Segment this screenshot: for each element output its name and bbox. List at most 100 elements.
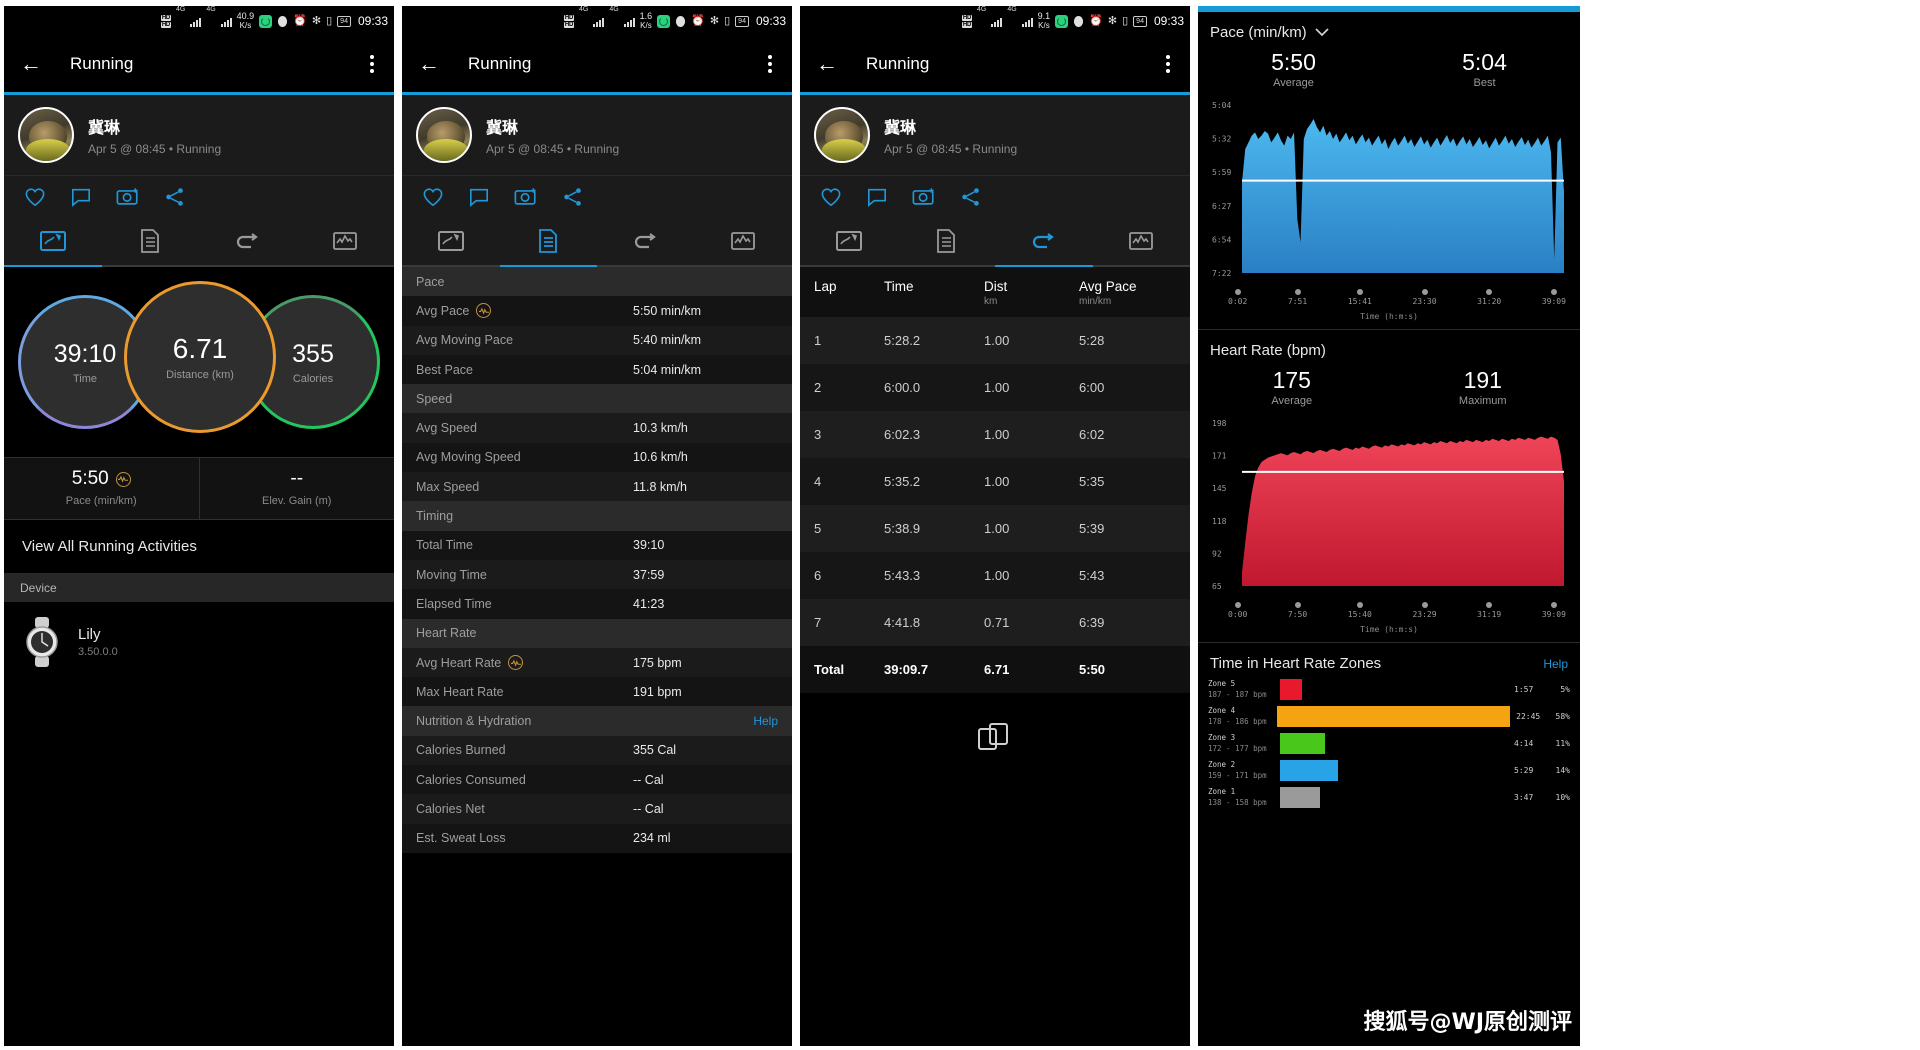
table-cell: 6 bbox=[814, 568, 822, 583]
view-all-activities-link[interactable]: View All Running Activities bbox=[4, 520, 394, 574]
table-cell: 2 bbox=[814, 380, 822, 395]
tab-details[interactable] bbox=[898, 217, 996, 265]
svg-text:198: 198 bbox=[1212, 419, 1227, 428]
laps-loop-icon bbox=[634, 233, 656, 249]
stats-section-header: Speed bbox=[402, 384, 792, 414]
stats-row-label: Calories Burned bbox=[416, 743, 506, 758]
app-bar: ← Running bbox=[402, 36, 792, 92]
stats-row-value: 11.8 km/h bbox=[633, 479, 687, 494]
table-row[interactable]: 5 5:38.9 1.00 5:39 bbox=[800, 505, 1190, 552]
tab-charts[interactable] bbox=[1093, 217, 1191, 265]
back-arrow-icon[interactable]: ← bbox=[418, 51, 452, 77]
tab-indicator bbox=[499, 265, 597, 267]
pace-plot: 5:04 5:32 5:59 6:27 6:54 7:22 bbox=[1208, 97, 1570, 287]
tick-label: 23:29 bbox=[1412, 610, 1437, 619]
share-icon[interactable] bbox=[164, 187, 186, 207]
chevron-down-icon[interactable] bbox=[1315, 28, 1329, 37]
overflow-menu-icon[interactable] bbox=[1162, 51, 1174, 77]
tab-summary[interactable] bbox=[800, 217, 898, 265]
tab-summary[interactable] bbox=[402, 217, 500, 265]
section-label: Nutrition & Hydration bbox=[416, 714, 532, 729]
table-row[interactable]: 4 5:35.2 1.00 5:35 bbox=[800, 458, 1190, 505]
avatar[interactable] bbox=[416, 107, 472, 163]
zone-percent: 11% bbox=[1555, 739, 1570, 748]
avatar[interactable] bbox=[18, 107, 74, 163]
table-cell: 3 bbox=[814, 427, 822, 442]
heart-icon[interactable] bbox=[820, 187, 842, 207]
signal-bars-2 bbox=[623, 16, 635, 27]
bluetooth-icon: ✻ bbox=[1107, 14, 1118, 27]
overflow-menu-icon[interactable] bbox=[366, 51, 378, 77]
hr-zones-help-link[interactable]: Help bbox=[1543, 657, 1568, 671]
zone-range: 178 - 186 bpm bbox=[1208, 716, 1267, 726]
share-icon[interactable] bbox=[960, 187, 982, 207]
tab-details[interactable] bbox=[500, 217, 598, 265]
hr-zone-label: Zone 3 172 - 177 bpm bbox=[1208, 733, 1274, 753]
pace-best-stat: 5:04 Best bbox=[1462, 49, 1507, 89]
tab-charts[interactable] bbox=[695, 217, 793, 265]
pace-x-axis: 0:02 7:51 15:41 23:30 31:20 39:09 bbox=[1198, 287, 1580, 306]
stats-row: Avg Pace 5:50 min/km bbox=[402, 296, 792, 326]
table-row[interactable]: 1 5:28.2 1.00 5:28 bbox=[800, 317, 1190, 364]
stats-row: Total Time 39:10 bbox=[402, 530, 792, 560]
profile-subtitle: Apr 5 @ 08:45 • Running bbox=[88, 142, 222, 156]
tick-dot bbox=[1356, 602, 1363, 608]
stats-row-value: 41:23 bbox=[633, 596, 665, 611]
pace-label: Pace (min/km) bbox=[65, 495, 137, 507]
device-section-header: Device bbox=[4, 574, 394, 602]
tab-charts[interactable] bbox=[297, 217, 395, 265]
comment-icon[interactable] bbox=[70, 187, 92, 207]
overflow-menu-icon[interactable] bbox=[764, 51, 776, 77]
tab-details[interactable] bbox=[102, 217, 200, 265]
avatar[interactable] bbox=[814, 107, 870, 163]
table-cell: 4:41.8 bbox=[884, 615, 921, 630]
section-help-link[interactable]: Help bbox=[753, 714, 778, 728]
tab-summary[interactable] bbox=[4, 217, 102, 265]
zone-name: Zone 2 bbox=[1208, 760, 1236, 770]
zone-percent: 10% bbox=[1555, 793, 1570, 802]
device-row[interactable]: Lily 3.50.0.0 bbox=[4, 602, 394, 682]
comment-icon[interactable] bbox=[468, 187, 490, 207]
signal-bars-1 bbox=[991, 16, 1003, 27]
vibrate-icon: ▯ bbox=[326, 14, 333, 27]
tab-laps[interactable] bbox=[995, 217, 1093, 265]
hr-zone-row: Zone 1 138 - 158 bpm 3:47 10% bbox=[1198, 784, 1580, 811]
tick-dot bbox=[1234, 289, 1241, 295]
share-icon[interactable] bbox=[562, 187, 584, 207]
tab-laps[interactable] bbox=[199, 217, 297, 265]
table-cell: 6:02 bbox=[1079, 427, 1105, 442]
camera-icon[interactable] bbox=[514, 186, 538, 207]
camera-icon[interactable] bbox=[116, 186, 140, 207]
stats-row-label: Calories Consumed bbox=[416, 772, 526, 787]
details-list-icon bbox=[539, 229, 558, 253]
table-row[interactable]: 3 6:02.3 1.00 6:02 bbox=[800, 411, 1190, 458]
stats-row-label: Elapsed Time bbox=[416, 596, 492, 611]
table-row[interactable]: 6 5:43.3 1.00 5:43 bbox=[800, 552, 1190, 599]
heart-icon[interactable] bbox=[422, 187, 444, 207]
tab-laps[interactable] bbox=[597, 217, 695, 265]
signal-bars-2 bbox=[1021, 16, 1033, 27]
status-bar: HD HD 4G 4G 40.9 K/s ⏰ ✻ ▯ 94 09:33 bbox=[4, 6, 394, 36]
device-name: Lily bbox=[78, 626, 101, 643]
bluetooth-icon: ✻ bbox=[311, 14, 322, 27]
table-row[interactable]: 2 6:00.0 1.00 6:00 bbox=[800, 364, 1190, 411]
tick-dot bbox=[1550, 602, 1557, 608]
elevation-label: Elev. Gain (m) bbox=[262, 495, 332, 507]
table-cell: 5:38.9 bbox=[884, 521, 921, 536]
stats-row: Calories Net -- Cal bbox=[402, 794, 792, 824]
profile-header: 冀琳 Apr 5 @ 08:45 • Running bbox=[4, 95, 394, 175]
heart-icon[interactable] bbox=[24, 187, 46, 207]
back-arrow-icon[interactable]: ← bbox=[816, 51, 850, 77]
comment-icon[interactable] bbox=[866, 187, 888, 207]
camera-icon[interactable] bbox=[912, 186, 936, 207]
charts-graph-icon bbox=[1129, 232, 1154, 250]
stats-section-header: Pace bbox=[402, 267, 792, 297]
back-arrow-icon[interactable]: ← bbox=[20, 51, 54, 77]
watermark: 搜狐号@WJ原创测评 bbox=[1363, 1010, 1572, 1035]
elevation-cell: -- Elev. Gain (m) bbox=[198, 458, 395, 519]
hr-zone-label: Zone 5 187 - 187 bpm bbox=[1208, 679, 1274, 699]
table-row[interactable]: 7 4:41.8 0.71 6:39 bbox=[800, 599, 1190, 646]
split-compare-button[interactable] bbox=[800, 693, 1190, 781]
alarm-icon: ⏰ bbox=[691, 14, 705, 27]
stats-section-header: Nutrition & Hydration Help bbox=[402, 706, 792, 736]
